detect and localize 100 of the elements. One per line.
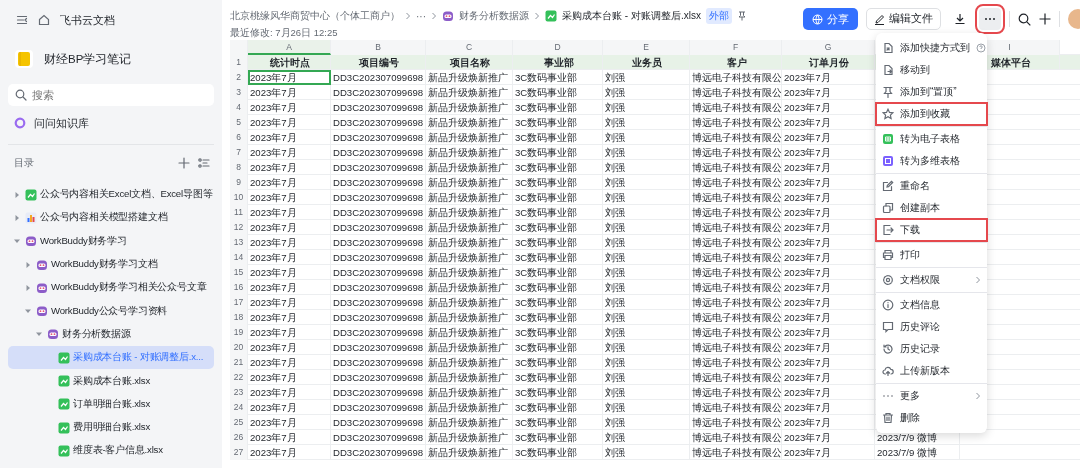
table-cell: 2023年7月 [248, 190, 331, 205]
menu-item[interactable]: 转为电子表格 [876, 128, 987, 150]
last-modified-text: 最近修改: 7月26日 12:25 [230, 27, 339, 40]
table-cell: 博远电子科技有限公 [690, 205, 782, 220]
robot-icon [25, 235, 37, 248]
add-icon[interactable] [1039, 13, 1051, 25]
table-cell: DD3C202307099698 [331, 85, 426, 100]
column-header[interactable]: A [248, 40, 331, 55]
column-header[interactable]: C [426, 40, 513, 55]
table-cell: DD3C202307099698 [331, 400, 426, 415]
list-icon[interactable] [198, 157, 210, 169]
tree-item[interactable]: WorkBuddy公众号学习资料 [8, 299, 214, 323]
table-cell: 2023年7月 [248, 370, 331, 385]
table-cell: 2023年7月 [248, 220, 331, 235]
table-cell: 2023年7月 [248, 430, 331, 445]
table-cell: 3C数码事业部 [513, 325, 603, 340]
notebook-icon [14, 49, 34, 69]
edit-button[interactable]: 编辑文件 [866, 8, 941, 30]
tree-item[interactable]: 订单明细台账.xlsx [8, 392, 214, 416]
column-header[interactable]: B [331, 40, 426, 55]
spreadsheet-icon [545, 10, 557, 22]
table-cell: 新品升级焕新推广 [426, 400, 513, 415]
breadcrumb-link[interactable]: 财务分析数据源 [459, 9, 529, 23]
comment-icon [882, 321, 894, 333]
row-number: 19 [230, 325, 248, 340]
table-cell: 2023年7月 [782, 175, 875, 190]
table-cell: 博远电子科技有限公 [690, 115, 782, 130]
menu-item[interactable]: 文档信息 [876, 294, 987, 316]
menu-item[interactable]: 更多 [876, 385, 987, 407]
row-number: 13 [230, 235, 248, 250]
table-cell: 2023年7月 [782, 145, 875, 160]
menu-item[interactable]: 下载 [876, 219, 987, 241]
menu-item[interactable]: 转为多维表格 [876, 150, 987, 172]
table-cell: 2023年7月 [782, 355, 875, 370]
table-cell: 刘强 [603, 445, 690, 460]
menu-item[interactable]: 历史记录 [876, 338, 987, 360]
collapse-sidebar-icon[interactable] [16, 14, 28, 26]
tree-item[interactable]: 公众号内容相关Excel文档、Excel导图等 [8, 183, 215, 207]
table-cell: 博远电子科技有限公 [690, 100, 782, 115]
spreadsheet-icon [58, 421, 70, 434]
row-number: 18 [230, 310, 248, 325]
table-cell: 刘强 [603, 130, 690, 145]
tree-item[interactable]: WorkBuddy财务学习相关公众号文章 [8, 276, 214, 300]
table-cell: 刘强 [603, 145, 690, 160]
search-icon[interactable] [1018, 12, 1031, 26]
pin-icon [882, 86, 894, 98]
table-cell: DD3C202307099698 [331, 250, 426, 265]
pin-icon[interactable] [736, 11, 747, 21]
menu-item[interactable]: 上传新版本 [876, 360, 987, 382]
table-cell: 刘强 [603, 85, 690, 100]
column-header[interactable]: E [603, 40, 690, 55]
home-icon[interactable] [38, 14, 50, 26]
breadcrumb-link[interactable]: ··· [416, 10, 426, 22]
tree-item[interactable]: 采购成本台账.xlsx [8, 369, 214, 393]
column-header[interactable]: F [690, 40, 782, 55]
table-cell: 3C数码事业部 [513, 340, 603, 355]
spreadsheet-icon [882, 133, 894, 145]
column-header[interactable]: G [782, 40, 875, 55]
menu-item[interactable]: 创建副本 [876, 197, 987, 219]
menu-item[interactable]: 文档权限 [876, 269, 987, 291]
table-cell: DD3C202307099698 [331, 235, 426, 250]
space-title: 财经BP学习笔记 [44, 51, 132, 67]
table-cell: 2023年7月 [782, 250, 875, 265]
menu-item[interactable]: 重命名 [876, 175, 987, 197]
table-cell: DD3C202307099698 [331, 145, 426, 160]
menu-item[interactable]: 添加到收藏 [876, 103, 987, 125]
breadcrumb-link[interactable]: 采购成本台账 - 对账调整后.xlsx [562, 9, 701, 23]
table-cell: 3C数码事业部 [513, 415, 603, 430]
menu-item[interactable]: 历史评论 [876, 316, 987, 338]
table-cell: 2023年7月 [248, 145, 331, 160]
edit-icon [882, 180, 894, 192]
menu-item[interactable]: 删除 [876, 407, 987, 429]
table-cell: 3C数码事业部 [513, 355, 603, 370]
download-icon[interactable] [954, 13, 966, 25]
knowledge-base-link[interactable]: 问问知识库 [34, 115, 89, 131]
column-header[interactable]: D [513, 40, 603, 55]
table-cell: 2023年7月 [782, 265, 875, 280]
table-cell: 2023年7月 [782, 400, 875, 415]
search-field[interactable]: 搜索 [8, 84, 214, 106]
tree-item[interactable]: 公众号内容相关模型搭建文档 [8, 206, 214, 230]
tree-item[interactable]: 财务分析数据源 [8, 322, 214, 347]
breadcrumb-link[interactable]: 北京桃缘风华商贸中心（个体工商户） [230, 9, 400, 23]
tree-item[interactable]: WorkBuddy财务学习 [8, 229, 214, 253]
table-cell: 博远电子科技有限公 [690, 370, 782, 385]
table-cell: 博远电子科技有限公 [690, 445, 782, 460]
table-cell: 刘强 [603, 250, 690, 265]
chevron-right-icon [534, 12, 540, 20]
robot-icon [36, 258, 48, 271]
share-button[interactable]: 分享 [803, 8, 858, 30]
row-number: 12 [230, 220, 248, 235]
table-cell: 2023年7月 [782, 430, 875, 445]
tree-item[interactable]: WorkBuddy财务学习文档 [8, 252, 214, 277]
search-icon [15, 89, 27, 101]
tree-item[interactable]: 费用明细台账.xlsx [8, 415, 214, 440]
table-cell: 2023年7月 [782, 160, 875, 175]
row-number: 7 [230, 145, 248, 160]
menu-item[interactable]: 打印 [876, 244, 987, 266]
tree-item[interactable]: 维度表-客户信息.xlsx [8, 439, 214, 463]
table-cell: 3C数码事业部 [513, 280, 603, 295]
menu-item[interactable]: 添加到“置顶” [876, 81, 987, 103]
